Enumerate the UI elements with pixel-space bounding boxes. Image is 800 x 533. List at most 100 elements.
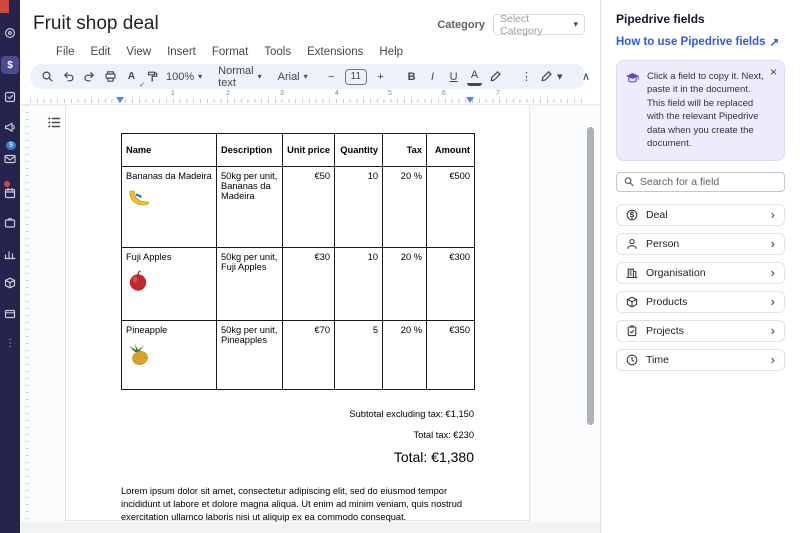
print-icon[interactable] [103,67,118,86]
body-paragraph[interactable]: Lorem ipsum dolor sit amet, consectetur … [121,485,481,525]
info-banner: Click a field to copy it. Next, paste it… [616,60,785,161]
contacts-nav-icon[interactable] [1,214,19,232]
apple-image [126,269,212,295]
document-page[interactable]: Name Description Unit price Quantity Tax… [65,105,530,521]
menu-file[interactable]: File [50,45,81,63]
col-unit-price[interactable]: Unit price [283,134,335,167]
organisation-icon [626,267,638,279]
menu-view[interactable]: View [120,45,157,63]
more-nav-icon[interactable]: ⋮ [1,334,19,352]
table-row: Bananas da Madeira 50kg per unit, Banana… [122,167,475,248]
help-link[interactable]: How to use Pipedrive fields ↗ [616,35,785,49]
products-icon [626,296,638,308]
menu-extensions[interactable]: Extensions [301,45,369,63]
pineapple-image [126,342,212,368]
italic-button[interactable]: I [425,67,440,86]
card-nav-icon[interactable] [1,305,19,323]
redo-icon[interactable] [82,67,97,86]
text-color-button[interactable]: A [467,67,482,86]
field-group-products[interactable]: Products › [616,291,785,313]
close-icon[interactable]: × [770,67,777,77]
bold-button[interactable]: B [404,67,419,86]
field-group-person[interactable]: Person › [616,233,785,255]
products-nav-icon[interactable] [1,274,19,292]
field-group-deal[interactable]: Deal › [616,204,785,226]
menu-format[interactable]: Format [206,45,254,63]
menu-edit[interactable]: Edit [85,45,117,63]
chevron-right-icon: › [771,268,775,278]
deal-icon [626,209,638,221]
products-table[interactable]: Name Description Unit price Quantity Tax… [121,133,475,390]
top-bar: Fruit shop deal Category Select Category… [20,0,600,45]
page-gap [20,522,600,533]
menu-insert[interactable]: Insert [161,45,202,63]
chevron-right-icon: › [771,326,775,336]
insights-nav-icon[interactable] [1,245,19,263]
calendar-nav-icon[interactable] [1,184,19,202]
field-search[interactable] [616,172,785,192]
left-indent-marker[interactable] [116,97,124,103]
decrease-font-button[interactable]: − [324,67,339,86]
paint-format-icon[interactable] [145,67,160,86]
col-description[interactable]: Description [217,134,283,167]
editor-toolbar: A✓ 100%▾ Normal text▾ Arial▾ − 11 + B I … [30,64,586,89]
activities-nav-icon[interactable] [1,88,19,106]
category-select[interactable]: Select Category ▾ [493,14,585,35]
col-amount[interactable]: Amount [427,134,475,167]
chevron-right-icon: › [771,239,775,249]
chevron-right-icon: › [771,210,775,220]
field-group-projects[interactable]: Projects › [616,320,785,342]
document-scrollbar[interactable] [587,127,594,425]
chevron-right-icon: › [771,297,775,307]
mail-nav-icon[interactable] [1,150,19,168]
product-name: Pineapple [126,325,212,335]
total-line: Total: €1,380 [121,449,474,465]
field-group-time[interactable]: Time › [616,349,785,371]
chevron-down-icon: ▾ [557,70,563,83]
font-size-input[interactable]: 11 [345,69,367,85]
col-quantity[interactable]: Quantity [335,134,383,167]
col-tax[interactable]: Tax [383,134,427,167]
page-title: Fruit shop deal [33,13,159,35]
search-icon [624,176,634,187]
app-window: $ 9 ⋮ Fruit shop deal Category Select Ca… [0,0,800,533]
search-icon[interactable] [40,67,55,86]
subtotal-line: Subtotal excluding tax: €1,150 [121,409,474,419]
pipedrive-fields-panel: Pipedrive fields How to use Pipedrive fi… [600,0,800,533]
search-nav-icon[interactable] [1,24,19,42]
person-icon [626,238,638,250]
projects-icon [626,325,638,337]
info-text: Click a field to copy it. Next, paste it… [647,70,766,151]
highlight-pen-icon[interactable] [488,67,503,86]
horizontal-ruler[interactable]: 1 2 3 4 5 6 7 [30,90,586,104]
document-outline-icon[interactable] [44,112,64,132]
undo-icon[interactable] [61,67,76,86]
campaigns-nav-icon[interactable] [1,118,19,136]
increase-font-button[interactable]: + [373,67,388,86]
collapse-menus-icon[interactable]: ∧ [579,67,594,86]
field-group-organisation[interactable]: Organisation › [616,262,785,284]
external-link-icon: ↗ [770,35,780,49]
chevron-right-icon: › [771,355,775,365]
zoom-select[interactable]: 100%▾ [166,71,202,83]
col-name[interactable]: Name [122,134,217,167]
underline-button[interactable]: U [446,67,461,86]
editing-mode-select[interactable]: ▾ [540,70,563,83]
search-input[interactable] [640,176,777,188]
right-indent-marker[interactable] [466,97,474,103]
font-select[interactable]: Arial▾ [278,71,308,83]
nav-logo-fragment [0,0,9,13]
deals-nav-icon[interactable]: $ [1,56,19,74]
total-tax-line: Total tax: €230 [121,430,474,440]
product-description: 50kg per unit, Bananas da Madeira [221,171,277,201]
product-name: Fuji Apples [126,252,212,262]
chevron-down-icon: ▾ [573,19,578,30]
totals-block[interactable]: Subtotal excluding tax: €1,150 Total tax… [121,409,474,465]
menu-help[interactable]: Help [373,45,409,63]
pipedrive-left-nav: $ 9 ⋮ [0,0,20,533]
paragraph-style-select[interactable]: Normal text▾ [218,65,261,89]
spellcheck-icon[interactable]: A✓ [124,67,139,86]
menu-tools[interactable]: Tools [258,45,297,63]
more-options-icon[interactable]: ⋮ [519,67,534,86]
chevron-down-icon: ▾ [258,72,262,81]
